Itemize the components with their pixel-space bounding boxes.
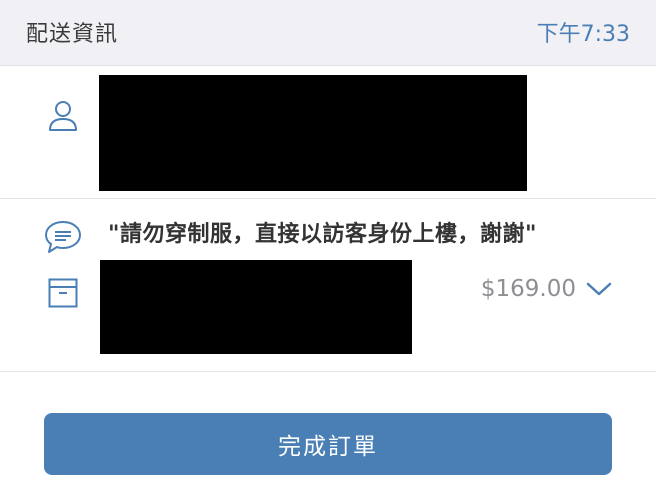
header-bar: 配送資訊 下午7:33 xyxy=(0,0,656,66)
order-price: $169.00 xyxy=(480,276,576,302)
delivery-note: "請勿穿制服，直接以訪客身份上樓，謝謝" xyxy=(108,222,537,247)
page-title: 配送資訊 xyxy=(26,22,119,47)
chevron-down-icon[interactable] xyxy=(586,281,612,297)
chat-bubble-icon xyxy=(44,219,82,255)
person-icon xyxy=(48,100,78,132)
customer-section xyxy=(0,67,656,199)
order-total-toggle[interactable]: $169.00 xyxy=(481,276,612,302)
status-time: 下午7:33 xyxy=(536,22,630,47)
box-icon xyxy=(48,278,78,308)
order-items-redacted xyxy=(100,260,412,354)
complete-order-button[interactable]: 完成訂單 xyxy=(44,413,612,475)
customer-info-redacted xyxy=(99,75,527,191)
